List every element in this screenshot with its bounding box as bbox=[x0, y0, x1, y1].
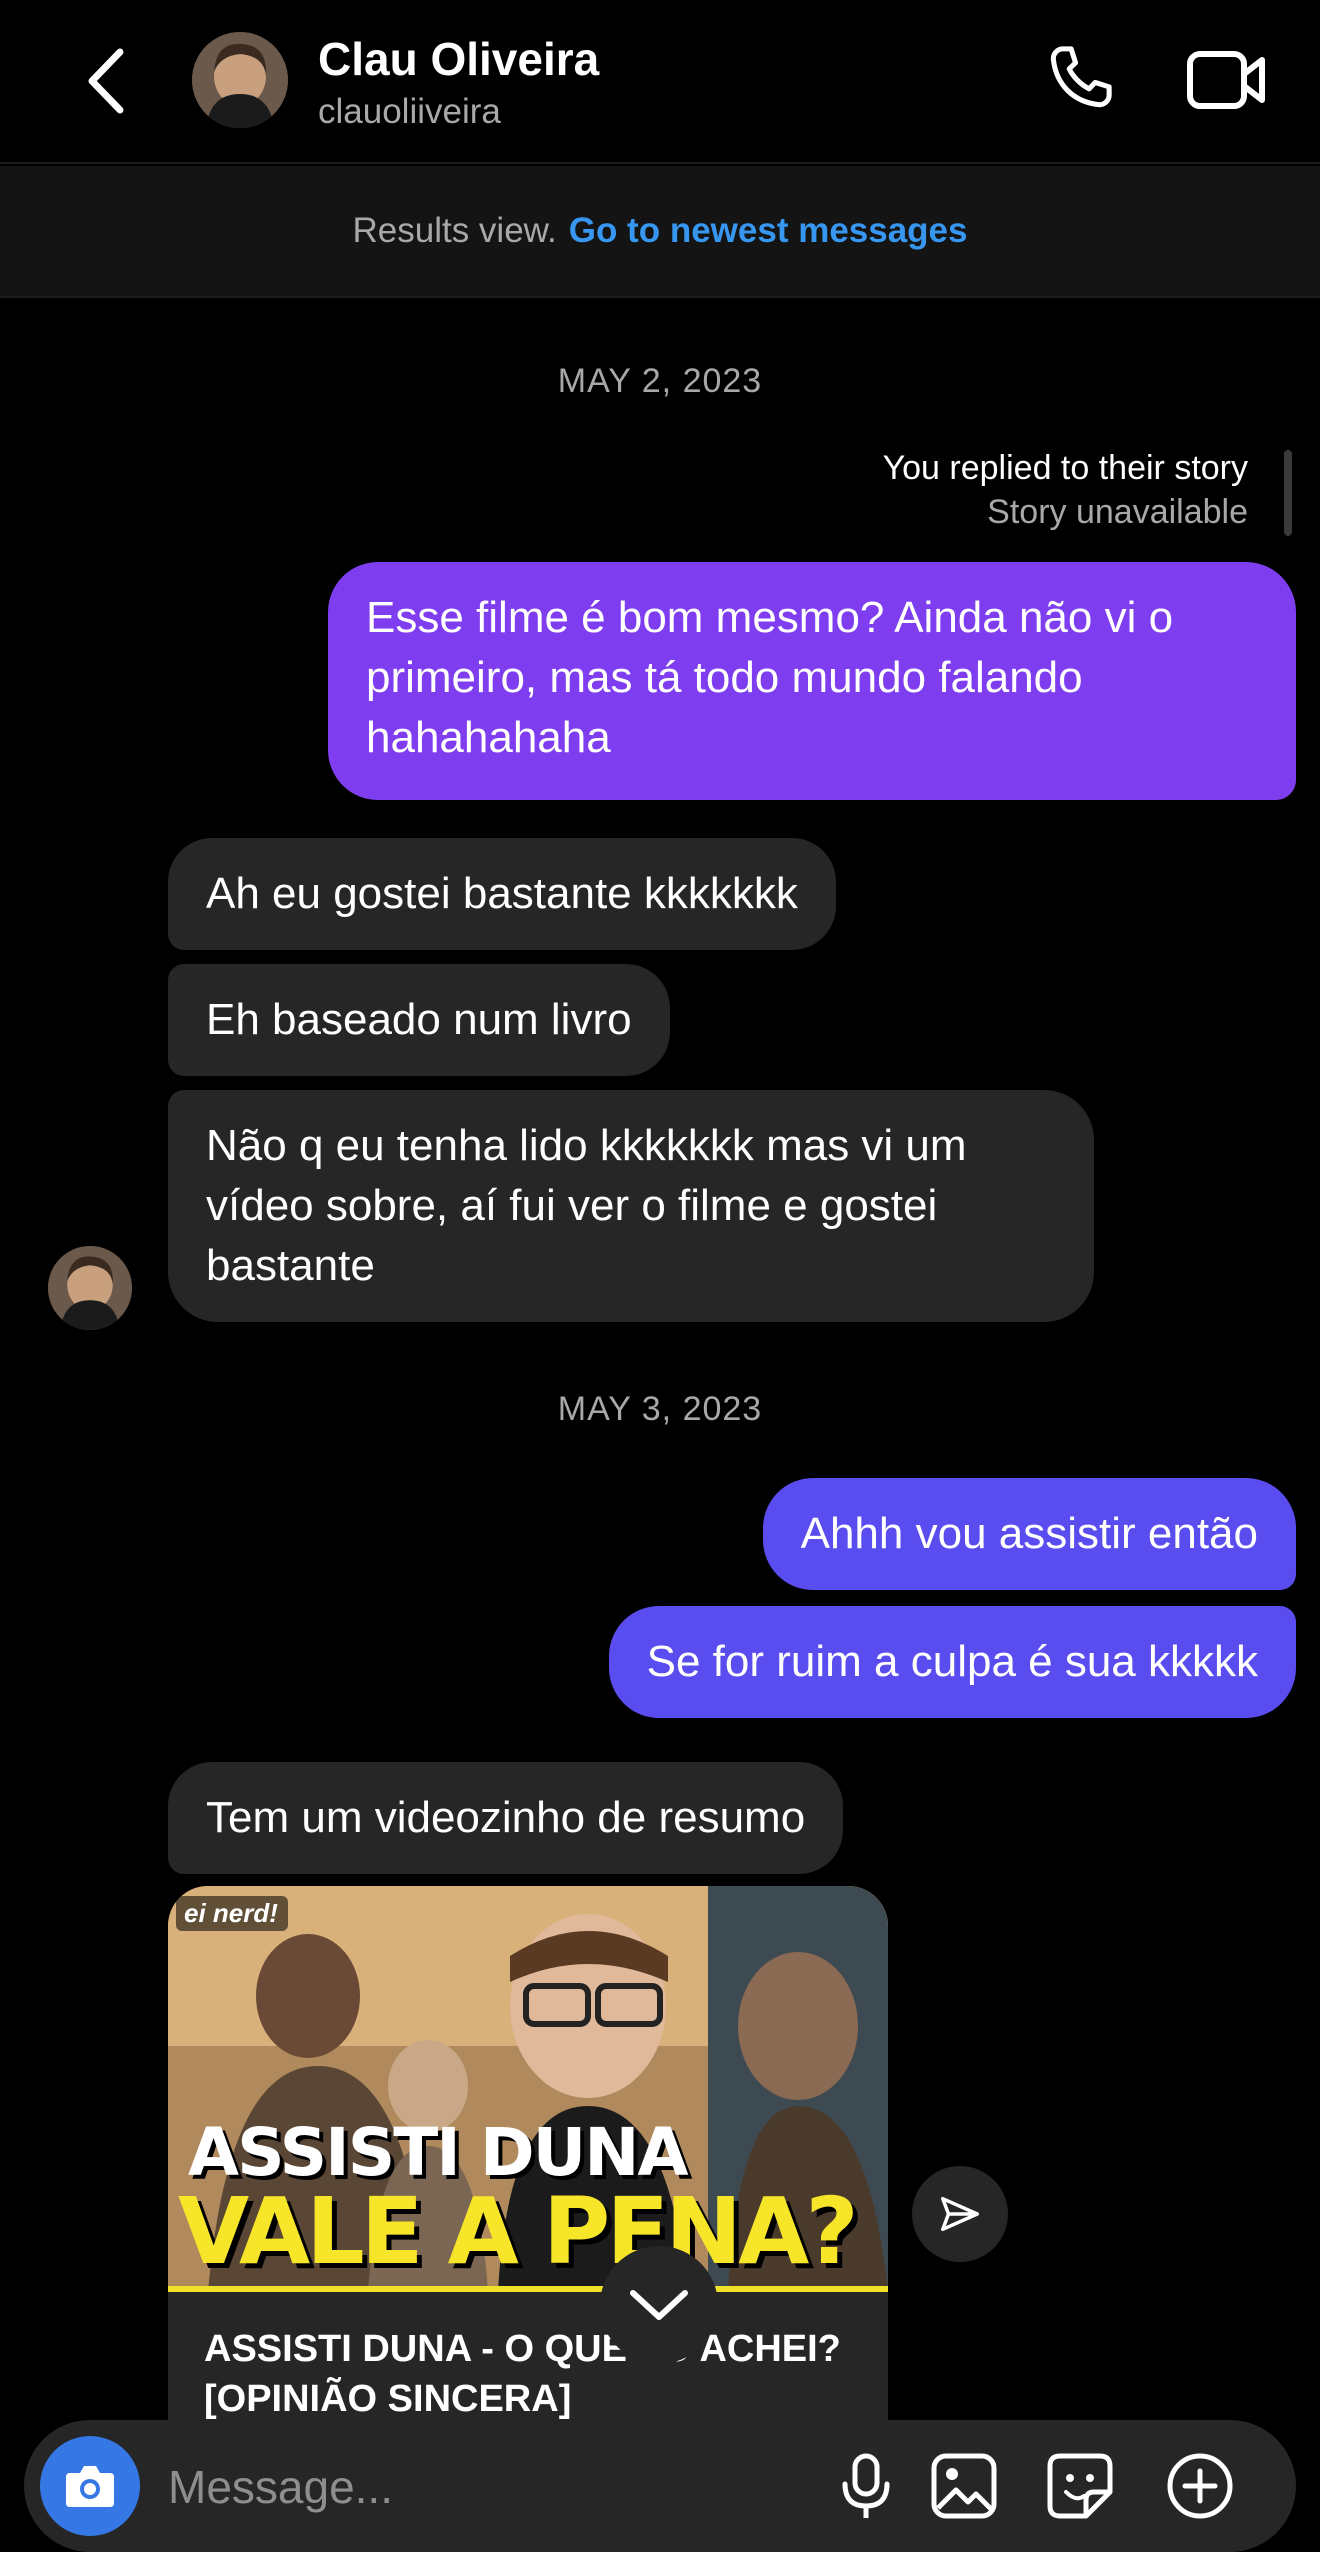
message-input[interactable] bbox=[168, 2452, 668, 2522]
contact-name[interactable]: Clau Oliveira bbox=[318, 32, 599, 86]
chat-header: Clau Oliveira clauoliiveira bbox=[0, 0, 1320, 164]
contact-username[interactable]: clauoliiveira bbox=[318, 92, 501, 132]
go-to-newest-link[interactable]: Go to newest messages bbox=[569, 211, 968, 251]
channel-logo: ei nerd! bbox=[176, 1896, 288, 1931]
message-bubble-incoming[interactable]: Não q eu tenha lido kkkkkkk mas vi um ví… bbox=[168, 1090, 1094, 1322]
message-bubble-incoming[interactable]: Eh baseado num livro bbox=[168, 964, 670, 1076]
results-view-bar: Results view. Go to newest messages bbox=[0, 166, 1320, 298]
results-view-label: Results view. bbox=[352, 211, 557, 250]
message-bubble-outgoing[interactable]: Esse filme é bom mesmo? Ainda não vi o p… bbox=[328, 562, 1296, 800]
message-bubble-incoming[interactable]: Ah eu gostei bastante kkkkkkk bbox=[168, 838, 836, 950]
story-reply-label: You replied to their story bbox=[882, 449, 1248, 487]
avatar[interactable] bbox=[192, 32, 288, 128]
video-thumbnail[interactable]: ei nerd! ASSISTI DUNA VALE A PENA? bbox=[168, 1886, 888, 2292]
avatar[interactable] bbox=[48, 1246, 132, 1330]
gallery-icon[interactable] bbox=[928, 2450, 1000, 2522]
video-call-icon[interactable] bbox=[1186, 48, 1268, 112]
message-bubble-incoming[interactable]: Tem um videozinho de resumo bbox=[168, 1762, 844, 1874]
camera-icon[interactable] bbox=[40, 2436, 140, 2536]
date-separator: MAY 3, 2023 bbox=[557, 1390, 763, 1428]
sticker-icon[interactable] bbox=[1044, 2450, 1116, 2522]
chevron-down-icon[interactable] bbox=[600, 2246, 718, 2364]
back-icon[interactable] bbox=[80, 46, 136, 116]
story-unavailable-label: Story unavailable bbox=[987, 493, 1248, 531]
phone-icon[interactable] bbox=[1042, 40, 1118, 116]
scrollbar[interactable] bbox=[1284, 450, 1292, 536]
message-bubble-outgoing[interactable]: Se for ruim a culpa é sua kkkkk bbox=[608, 1606, 1296, 1718]
plus-icon[interactable] bbox=[1164, 2450, 1236, 2522]
thumbnail-headline: VALE A PENA? bbox=[178, 2178, 859, 2285]
send-icon[interactable] bbox=[912, 2166, 1008, 2262]
video-title[interactable]: ASSISTI DUNA - O QUE EU ACHEI? [OPINIÃO … bbox=[204, 2324, 864, 2424]
date-separator: MAY 2, 2023 bbox=[557, 362, 763, 400]
message-composer bbox=[24, 2420, 1296, 2552]
story-reply-note: You replied to their story Story unavail… bbox=[883, 446, 1248, 534]
message-bubble-outgoing[interactable]: Ahhh vou assistir então bbox=[762, 1478, 1296, 1590]
microphone-icon[interactable] bbox=[830, 2450, 902, 2522]
